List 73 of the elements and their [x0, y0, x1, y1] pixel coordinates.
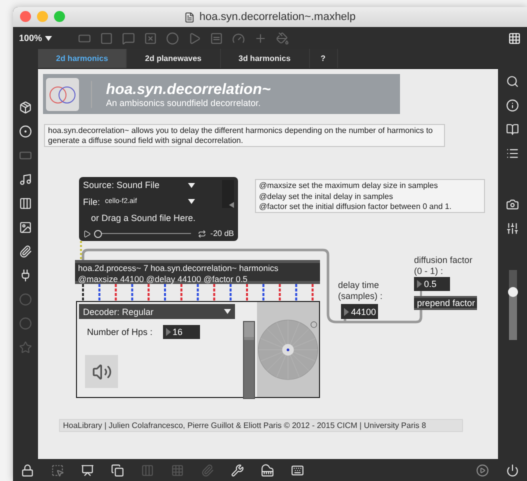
decoder-menu[interactable]: Decoder: Regular	[79, 304, 235, 319]
target-icon[interactable]	[19, 125, 32, 138]
keyboard-icon[interactable]	[291, 464, 304, 476]
triangle-icon	[166, 328, 171, 336]
drop-hint: or Drag a Sound file Here.	[91, 213, 196, 224]
dropdown-icon	[224, 309, 231, 314]
search-icon[interactable]	[506, 75, 519, 88]
gain-readout: -20 dB	[210, 229, 234, 238]
triangle-icon	[229, 202, 234, 208]
triangle-icon	[344, 308, 349, 316]
book-icon[interactable]	[506, 123, 519, 136]
speaker-button[interactable]	[85, 355, 118, 388]
prepend-message[interactable]: prepend factor	[414, 296, 477, 310]
loop-icon[interactable]	[198, 230, 206, 238]
dial-icon[interactable]	[232, 32, 246, 44]
diffusion-number[interactable]: 0.5	[414, 277, 450, 291]
lock-icon[interactable]	[21, 464, 34, 476]
diffusion-label: diffusion factor (0 - 1) :	[414, 255, 474, 277]
attribute-text: @maxsize set the maximum delay size in samples	[259, 181, 439, 192]
add-icon[interactable]	[254, 32, 268, 44]
package-icon[interactable]	[19, 101, 32, 114]
credits-comment: HoaLibrary | Julien Colafrancesco, Pierre Guillot & Eliott Paris © 2012 - 2015 CICM | University Paris 8	[59, 419, 463, 432]
page-subtitle: An ambisonics soundfield decorrelator.	[106, 98, 262, 108]
window-title: hoa.syn.decorrelation~.maxhelp	[199, 11, 356, 23]
play-icon[interactable]	[83, 230, 91, 238]
windows-icon[interactable]	[111, 464, 124, 476]
plug-icon[interactable]	[19, 269, 32, 282]
gain-meter[interactable]	[222, 180, 234, 208]
delay-label: delay time (samples) :	[338, 280, 384, 302]
wrench-icon[interactable]	[231, 464, 244, 476]
vertical-slider[interactable]	[243, 321, 255, 399]
power-icon[interactable]	[506, 464, 519, 476]
source-menu[interactable]: Source: Sound File	[83, 180, 160, 190]
paperclip-icon[interactable]	[201, 464, 214, 476]
hps-label: Number of Hps :	[87, 327, 153, 337]
description-comment: hoa.syn.decorrelation~ allows you to delay the different harmonics depending on the number of harmonics to generate a diffuse sound field with signal decorrelation.	[44, 124, 445, 147]
music-note-icon[interactable]	[19, 173, 32, 186]
volume-slider-drawing[interactable]	[506, 270, 520, 340]
speaker-icon	[92, 362, 112, 382]
page-title: hoa.syn.decorrelation~	[106, 80, 271, 98]
presentation-icon[interactable]	[81, 464, 94, 476]
delay-number[interactable]: 44100	[341, 304, 378, 319]
logo-icon	[46, 78, 79, 110]
star-icon[interactable]	[19, 341, 32, 354]
paint-bucket-icon[interactable]	[276, 32, 290, 44]
zoom-menu[interactable]: 100%	[19, 33, 42, 43]
image-icon[interactable]	[19, 221, 32, 234]
message-icon[interactable]	[100, 32, 114, 44]
dropdown-icon	[45, 36, 52, 40]
slider-icon[interactable]	[210, 32, 224, 44]
sliders-icon[interactable]	[506, 222, 519, 235]
document-icon	[184, 12, 196, 22]
process-object[interactable]: hoa.2d.process~ 7 hoa.syn.decorrelation~ harmonics @maxsize 44100 @delay 44100 @factor 0.5	[75, 260, 320, 284]
camera-icon[interactable]	[506, 198, 519, 211]
position-thumb[interactable]	[94, 230, 102, 238]
piano-icon[interactable]	[261, 464, 274, 476]
attribute-text: @delay set the inital delay in samples	[259, 192, 394, 202]
button-icon[interactable]	[166, 32, 180, 44]
dropdown-icon	[188, 182, 196, 188]
info-icon[interactable]	[506, 99, 519, 112]
rectangle-icon[interactable]	[19, 149, 32, 162]
attribute-text: @factor set the initial diffusion factor between 0 and 1.	[259, 202, 453, 212]
list-icon[interactable]	[506, 147, 519, 160]
triangle-icon	[417, 280, 422, 288]
object-icon[interactable]	[78, 32, 92, 44]
file-label: File:	[83, 196, 100, 207]
select-icon[interactable]	[51, 464, 64, 476]
tab[interactable]: 2d harmonics	[38, 49, 128, 68]
comment-icon[interactable]	[122, 32, 136, 44]
toggle-icon[interactable]	[144, 32, 158, 44]
hps-number[interactable]: 16	[162, 325, 200, 339]
play-icon[interactable]	[476, 464, 489, 476]
dropdown-icon	[188, 199, 196, 204]
